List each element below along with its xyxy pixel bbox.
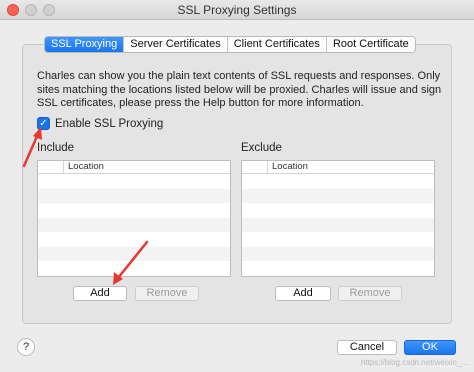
enable-ssl-proxying-label[interactable]: Enable SSL Proxying — [55, 118, 163, 130]
tab-server-certificates[interactable]: Server Certificates — [124, 37, 228, 52]
ok-button[interactable]: OK — [404, 340, 456, 355]
window-title: SSL Proxying Settings — [177, 3, 297, 17]
table-row — [38, 217, 230, 232]
include-add-button[interactable]: Add — [73, 286, 127, 301]
include-table-checkbox-column — [38, 161, 64, 173]
include-table[interactable]: Location — [37, 160, 231, 277]
include-table-rows — [38, 174, 230, 276]
enable-ssl-proxying-checkbox[interactable]: ✓ — [37, 117, 50, 130]
exclude-table-rows — [242, 174, 434, 276]
cancel-button[interactable]: Cancel — [337, 340, 397, 355]
include-remove-button[interactable]: Remove — [135, 286, 199, 301]
include-location-column-header[interactable]: Location — [64, 161, 104, 173]
tab-bar: SSL Proxying Server Certificates Client … — [44, 36, 416, 53]
table-row — [38, 188, 230, 203]
table-row — [38, 203, 230, 218]
table-row — [242, 203, 434, 218]
exclude-add-button[interactable]: Add — [275, 286, 331, 301]
table-row — [38, 261, 230, 276]
enable-ssl-proxying-row[interactable]: ✓ Enable SSL Proxying — [37, 117, 163, 130]
table-row — [242, 246, 434, 261]
table-row — [242, 232, 434, 247]
tab-root-certificate[interactable]: Root Certificate — [326, 37, 415, 52]
table-row — [38, 232, 230, 247]
exclude-table-header: Location — [242, 161, 434, 174]
exclude-label: Exclude — [241, 142, 282, 154]
table-row — [242, 188, 434, 203]
description-text: Charles can show you the plain text cont… — [37, 70, 442, 109]
exclude-table[interactable]: Location — [241, 160, 435, 277]
title-bar: SSL Proxying Settings — [0, 0, 474, 20]
table-row — [242, 261, 434, 276]
exclude-remove-button[interactable]: Remove — [338, 286, 402, 301]
watermark: https://blog.csdn.net/weixin_... — [360, 358, 468, 367]
include-table-header: Location — [38, 161, 230, 174]
help-button[interactable]: ? — [17, 338, 35, 356]
exclude-location-column-header[interactable]: Location — [268, 161, 308, 173]
exclude-table-checkbox-column — [242, 161, 268, 173]
table-row — [38, 246, 230, 261]
include-label: Include — [37, 142, 75, 154]
table-row — [242, 217, 434, 232]
table-row — [242, 174, 434, 189]
tab-ssl-proxying[interactable]: SSL Proxying — [45, 37, 125, 52]
table-row — [38, 174, 230, 189]
tab-client-certificates[interactable]: Client Certificates — [227, 37, 327, 52]
